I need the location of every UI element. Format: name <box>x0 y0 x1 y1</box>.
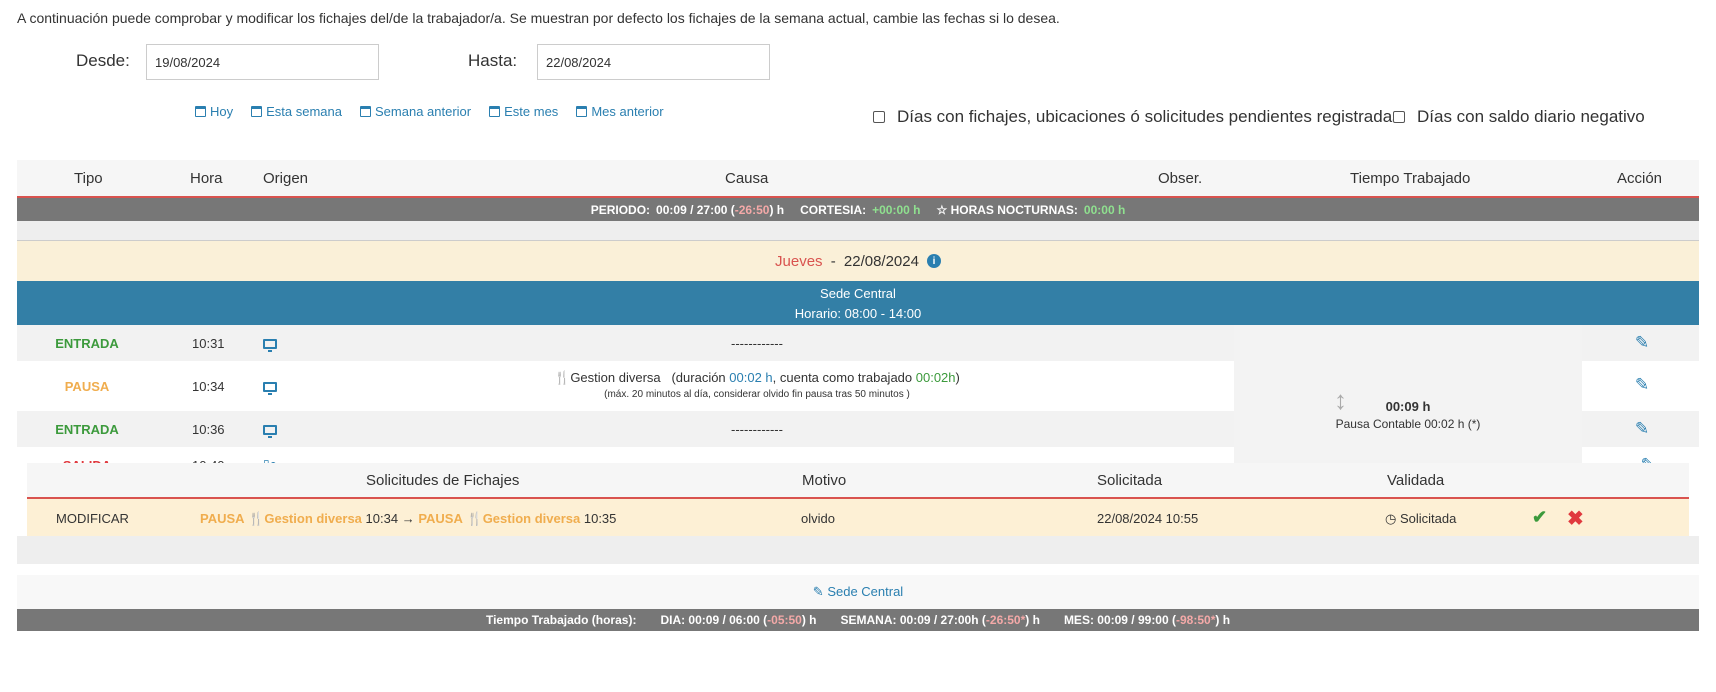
hasta-label: Hasta: <box>468 51 518 70</box>
header-accion: Acción <box>1617 170 1663 187</box>
monitor-icon <box>263 425 277 438</box>
pending-label: Días con fichajes, ubicaciones ó solicit… <box>897 107 1401 126</box>
desde-label: Desde: <box>76 51 130 70</box>
intro-text: A continuación puede comprobar y modific… <box>17 10 1060 26</box>
cortesia-label: CORTESIA: <box>800 202 867 217</box>
calendar-icon <box>251 106 263 117</box>
negative-label: Días con saldo diario negativo <box>1417 107 1645 126</box>
day-separator: - <box>826 252 840 270</box>
spacer <box>17 221 1699 241</box>
periodo-bar: PERIODO: 00:09 / 27:00 (-26:50) h CORTES… <box>17 198 1699 221</box>
info-icon[interactable]: i <box>926 254 941 268</box>
edit-icon[interactable]: ✎ <box>1582 375 1702 395</box>
utensils-icon: 🍴 <box>554 370 571 385</box>
tiempo-total: 00:09 h <box>1385 399 1431 414</box>
cortesia-value: +00:00 h <box>872 202 921 217</box>
quick-date-links: Hoy Esta semana Semana anterior Este mes… <box>195 104 664 119</box>
approve-check-icon[interactable]: ✔ <box>1532 507 1547 528</box>
utensils-icon: 🍴 <box>466 511 483 526</box>
sol-header-validada: Validada <box>1387 472 1445 489</box>
filter-pending[interactable]: Días con fichajes, ubicaciones ó solicit… <box>873 107 1401 127</box>
desde-input[interactable] <box>146 44 379 80</box>
pausa-note: (máx. 20 minutos al día, considerar olvi… <box>604 389 910 400</box>
monitor-icon <box>263 382 277 395</box>
edit-icon[interactable]: ✎ <box>1582 333 1702 353</box>
sede-horario: Horario: 08:00 - 14:00 <box>794 306 922 321</box>
total-label: Tiempo Trabajado (horas): <box>485 613 637 627</box>
header-causa: Causa <box>725 170 769 187</box>
calendar-grid-icon <box>489 106 501 117</box>
pencil-icon: ✎ <box>812 584 824 599</box>
header-obser: Obser. <box>1158 170 1203 187</box>
total-bar: Tiempo Trabajado (horas): DIA: 00:09 / 0… <box>17 609 1699 631</box>
sol-validada: ◷ Solicitada <box>1385 511 1457 526</box>
periodo-label: PERIODO: <box>590 202 651 217</box>
hora: 10:36 <box>192 422 225 437</box>
hora: 10:34 <box>192 379 225 394</box>
sol-cambio: PAUSA 🍴Gestion diversa 10:34 → PAUSA 🍴Ge… <box>200 511 617 526</box>
solicitudes-table: Solicitudes de Fichajes Motivo Solicitad… <box>27 463 1689 537</box>
nocturnas-label: ☆ HORAS NOCTURNAS: <box>936 202 1078 217</box>
reject-x-icon[interactable]: ✖ <box>1567 506 1584 531</box>
fichajes-table: Tipo Hora Origen Causa Obser. Tiempo Tra… <box>17 160 1702 631</box>
causa-pausa: 🍴Gestion diversa (duración 00:02 h, cuen… <box>554 370 960 385</box>
day-header: Jueves - 22/08/2024 i <box>17 241 1699 281</box>
monitor-icon <box>263 339 277 352</box>
pending-checkbox[interactable] <box>873 111 885 123</box>
sede-footer-link[interactable]: ✎ Sede Central <box>17 575 1699 609</box>
negative-checkbox[interactable] <box>1393 111 1405 123</box>
causa: ------------ <box>731 336 783 351</box>
sol-header-solicitada: Solicitada <box>1097 472 1163 489</box>
link-mes-anterior[interactable]: Mes anterior <box>576 104 664 119</box>
sol-motivo: olvido <box>801 511 835 526</box>
day-date: 22/08/2024 <box>843 252 919 270</box>
header-tiempo: Tiempo Trabajado <box>1350 170 1471 187</box>
tipo-entrada: ENTRADA <box>55 336 119 351</box>
header-origen: Origen <box>263 170 309 187</box>
table-header: Tipo Hora Origen Causa Obser. Tiempo Tra… <box>17 160 1699 198</box>
solicitud-row: MODIFICAR PAUSA 🍴Gestion diversa 10:34 →… <box>27 499 1689 537</box>
sol-solicitada: 22/08/2024 10:55 <box>1097 511 1199 526</box>
sol-header-title: Solicitudes de Fichajes <box>366 472 520 489</box>
calendar-x-icon <box>195 106 206 117</box>
causa: ------------ <box>731 422 783 437</box>
total-dia: DIA: 00:09 / 06:00 (-05:50) h <box>660 613 817 627</box>
link-hoy[interactable]: Hoy <box>195 104 233 119</box>
utensils-icon: 🍴 <box>248 511 265 526</box>
link-semana-anterior[interactable]: Semana anterior <box>360 104 471 119</box>
spacer <box>17 536 1699 564</box>
day-name: Jueves <box>775 252 823 270</box>
solicitudes-header: Solicitudes de Fichajes Motivo Solicitad… <box>27 463 1689 499</box>
link-esta-semana[interactable]: Esta semana <box>251 104 342 119</box>
sol-header-motivo: Motivo <box>802 472 847 489</box>
filter-negative[interactable]: Días con saldo diario negativo <box>1393 107 1645 127</box>
pausa-contable: Pausa Contable 00:02 h (*) <box>1335 417 1481 431</box>
calendar-grid-icon <box>576 106 588 117</box>
nocturnas-value: 00:00 h <box>1083 202 1126 217</box>
total-semana: SEMANA: 00:09 / 27:00h (-26:50*) h <box>840 613 1040 627</box>
sede-name: Sede Central <box>820 286 896 301</box>
header-hora: Hora <box>190 170 223 187</box>
sede-band: Sede Central Horario: 08:00 - 14:00 <box>17 281 1699 325</box>
tipo-entrada: ENTRADA <box>55 422 119 437</box>
edit-icon[interactable]: ✎ <box>1582 419 1702 439</box>
periodo-value: 00:09 / 27:00 (-26:50) h <box>656 202 785 217</box>
hora: 10:31 <box>192 336 225 351</box>
link-este-mes[interactable]: Este mes <box>489 104 558 119</box>
calendar-icon <box>360 106 371 117</box>
hasta-input[interactable] <box>537 44 770 80</box>
clock-icon: ◷ <box>1385 511 1397 526</box>
sol-accion: MODIFICAR <box>56 511 129 526</box>
total-mes: MES: 00:09 / 99:00 (-98:50*) h <box>1063 613 1231 627</box>
tipo-pausa: PAUSA <box>64 379 110 394</box>
header-tipo: Tipo <box>74 170 103 187</box>
